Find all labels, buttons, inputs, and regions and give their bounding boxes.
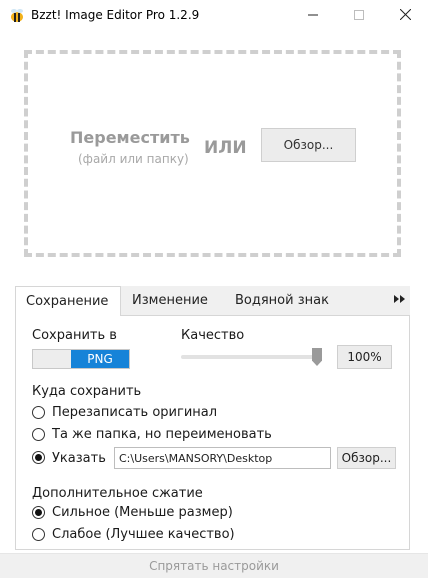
drop-zone[interactable]: Переместить (файл или папку) ИЛИ Обзор..… <box>24 50 401 257</box>
hide-settings-button[interactable]: Спрятать настройки <box>0 553 428 578</box>
radio-overwrite[interactable] <box>32 406 45 419</box>
tabs: Сохранение Изменение Водяной знак <box>15 286 410 316</box>
or-label: ИЛИ <box>204 138 247 158</box>
maximize-icon <box>354 9 364 23</box>
radio-overwrite-label: Перезаписать оригинал <box>52 405 218 420</box>
bee-icon <box>9 8 25 24</box>
tab-watermark[interactable]: Водяной знак <box>235 286 329 315</box>
radio-weak-compression[interactable] <box>32 528 45 541</box>
browse-button[interactable]: Обзор... <box>261 128 356 162</box>
close-icon <box>399 8 411 23</box>
tab-save[interactable]: Сохранение <box>15 286 121 316</box>
quality-value: 100% <box>337 345 392 369</box>
radio-strong-compression[interactable] <box>32 506 45 519</box>
radio-specify[interactable] <box>32 451 45 464</box>
radio-weak-compression-label: Слабое (Лучшее качество) <box>52 527 235 542</box>
double-chevron-right-icon <box>394 294 406 307</box>
quality-label: Качество <box>181 328 245 343</box>
radio-specify-label: Указать <box>52 451 106 466</box>
save-path-input[interactable]: C:\Users\MANSORY\Desktop <box>114 447 331 469</box>
save-in-label: Сохранить в <box>32 328 117 343</box>
radio-same-folder-rename[interactable] <box>32 428 45 441</box>
drop-subtitle: (файл или папку) <box>78 152 189 166</box>
close-button[interactable] <box>382 0 428 32</box>
minimize-icon <box>308 9 318 23</box>
window-title: Bzzt! Image Editor Pro 1.2.9 <box>31 8 200 22</box>
minimize-button[interactable] <box>290 0 336 32</box>
path-browse-button[interactable]: Обзор... <box>337 447 396 469</box>
drop-title: Переместить <box>70 128 190 147</box>
quality-slider[interactable] <box>181 355 319 359</box>
format-toggle[interactable]: PNG <box>32 349 130 369</box>
maximize-button[interactable] <box>336 0 382 32</box>
radio-strong-compression-label: Сильное (Меньше размер) <box>52 505 233 520</box>
tab-scroll-button[interactable] <box>394 286 406 315</box>
compression-label: Дополнительное сжатие <box>32 486 203 501</box>
save-location-label: Куда сохранить <box>32 384 142 399</box>
radio-same-folder-rename-label: Та же папка, но переименовать <box>52 427 272 442</box>
tab-resize[interactable]: Изменение <box>132 286 208 315</box>
title-bar: Bzzt! Image Editor Pro 1.2.9 <box>0 0 428 32</box>
format-toggle-selected: PNG <box>71 350 129 368</box>
